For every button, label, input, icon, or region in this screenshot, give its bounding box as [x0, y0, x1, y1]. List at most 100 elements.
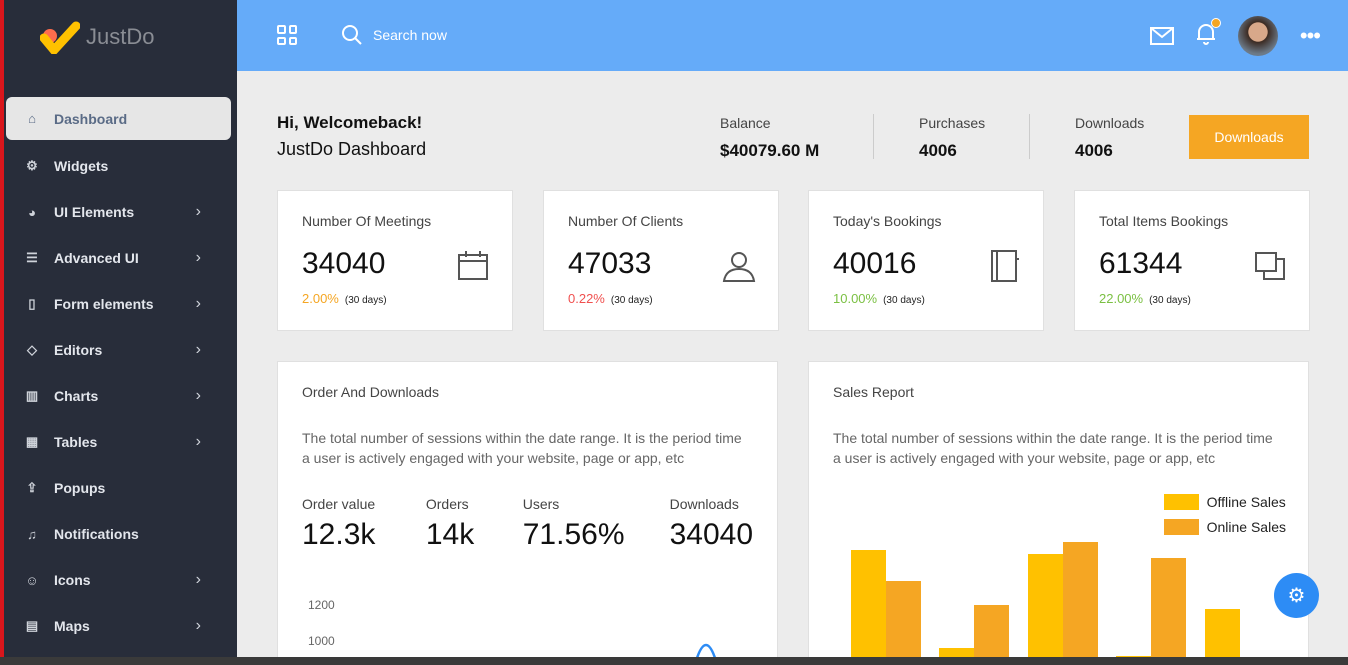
kpi-period: (30 days)	[1149, 295, 1191, 306]
upload-icon: ⇪	[26, 480, 38, 495]
apps-grid-icon[interactable]	[277, 25, 297, 45]
stat-purchases: Purchases 4006	[919, 115, 985, 161]
copy-icon	[1255, 252, 1285, 280]
kpi-card: Today's Bookings 40016 10.00% (30 days)	[808, 190, 1044, 331]
settings-fab[interactable]: ⚙	[1274, 573, 1319, 618]
bell-icon: ♫	[27, 526, 37, 542]
stat-label: Downloads	[1075, 115, 1145, 131]
stat-balance: Balance $40079.60 M	[720, 115, 819, 161]
card-description: The total number of sessions within the …	[833, 430, 1273, 466]
chevron-right-icon: ›	[195, 433, 201, 450]
sidebar-item-charts[interactable]: ▥ Charts ›	[6, 373, 231, 419]
legend-label: Offline Sales	[1206, 493, 1286, 510]
kpi-percent: 2.00%	[302, 291, 339, 306]
kpi-percent: 0.22%	[568, 291, 605, 306]
metric-value: 12.3k	[302, 518, 376, 551]
kpi-period: (30 days)	[883, 295, 925, 306]
bar-offline-sales	[851, 550, 886, 662]
notification-dot	[1210, 17, 1221, 28]
sidebar-item-label: Charts	[54, 388, 99, 404]
sidebar-item-label: Advanced UI	[54, 250, 139, 266]
metric-value: 14k	[425, 518, 475, 551]
sidebar-item-dashboard[interactable]: ⌂ Dashboard	[6, 97, 231, 140]
notebook-icon	[991, 250, 1019, 282]
kpi-period: (30 days)	[344, 295, 387, 306]
chevron-right-icon: ›	[195, 617, 201, 634]
chevron-right-icon: ›	[195, 249, 201, 266]
sidebar-item-advanced-ui[interactable]: ☰ Advanced UI ›	[6, 235, 231, 281]
kpi-label: Number Of Clients	[568, 213, 684, 229]
sidebar-item-label: Maps	[54, 618, 90, 634]
sidebar-item-label: Notifications	[54, 526, 139, 542]
bar-offline-sales	[1205, 609, 1240, 662]
y-tick: 1000	[308, 634, 335, 648]
chevron-right-icon: ›	[195, 295, 201, 312]
search-box[interactable]: Search now	[341, 24, 447, 46]
metric-label: Downloads	[669, 496, 739, 512]
bar-online-sales	[1063, 542, 1098, 662]
metric-value: 34040	[669, 518, 754, 551]
layers-icon: ☰	[26, 250, 38, 265]
metric-label: Users	[522, 496, 560, 512]
sidebar-item-label: Dashboard	[54, 110, 128, 127]
kpi-period: (30 days)	[610, 295, 653, 306]
downloads-button[interactable]: Downloads	[1189, 115, 1309, 159]
eraser-icon: ◇	[27, 342, 37, 357]
kpi-percent: 22.00%	[1099, 291, 1144, 306]
sidebar-item-label: UI Elements	[54, 204, 135, 220]
card-title: Sales Report	[833, 384, 914, 400]
search-placeholder: Search now	[373, 27, 447, 43]
gear-icon: ⚙	[26, 158, 38, 173]
sidebar-item-popups[interactable]: ⇪ Popups	[6, 465, 231, 511]
home-icon: ⌂	[28, 111, 36, 126]
metric-label: Orders	[425, 496, 469, 512]
gear-icon: ⚙	[1287, 585, 1306, 607]
sales-card: Sales Report The total number of session…	[808, 361, 1309, 665]
stat-label: Purchases	[919, 115, 986, 131]
bar-chart-icon: ▥	[25, 388, 39, 403]
kpi-label: Total Items Bookings	[1099, 213, 1229, 229]
sidebar-item-label: Editors	[54, 342, 103, 358]
sidebar-item-editors[interactable]: ◇ Editors ›	[6, 327, 231, 373]
smile-icon: ☺	[25, 572, 39, 588]
palette-icon: ◕	[28, 204, 36, 220]
sidebar-item-notifications[interactable]: ♫ Notifications	[6, 511, 231, 557]
clipboard-icon: ▯	[28, 296, 36, 311]
more-icon[interactable]: •••	[1300, 23, 1321, 49]
sidebar-item-ui-elements[interactable]: ◕ UI Elements ›	[6, 189, 231, 235]
divider	[1029, 114, 1030, 159]
bar-chart	[809, 512, 1308, 662]
sidebar-nav: ⌂ Dashboard ⚙ Widgets ◕ UI Elements › ☰ Advanced…	[6, 97, 231, 649]
kpi-card: Number Of Meetings 34040 2.00% (30 days)	[277, 190, 513, 331]
logo-icon	[40, 21, 80, 54]
mail-icon[interactable]	[1149, 27, 1174, 45]
card-title: Order And Downloads	[302, 384, 439, 400]
sidebar-item-tables[interactable]: ▦ Tables ›	[6, 419, 231, 465]
metric: Downloads 34040	[670, 496, 753, 552]
sidebar-item-form-elements[interactable]: ▯ Form elements ›	[6, 281, 231, 327]
legend-item: Offline Sales	[1163, 489, 1286, 514]
stat-value: 4006	[919, 141, 957, 160]
chevron-right-icon: ›	[195, 341, 201, 358]
kpi-card: Total Items Bookings 61344 22.00% (30 days)	[1074, 190, 1310, 331]
search-icon	[342, 25, 362, 45]
metric: Order value 12.3k	[302, 496, 426, 552]
notifications-button[interactable]	[1196, 17, 1221, 50]
kpi-label: Today's Bookings	[833, 213, 942, 229]
sidebar-item-widgets[interactable]: ⚙ Widgets	[6, 143, 231, 189]
chevron-right-icon: ›	[195, 387, 201, 404]
sidebar-item-label: Popups	[54, 480, 106, 496]
bar-offline-sales	[1028, 554, 1063, 662]
stat-value: 4006	[1075, 141, 1113, 160]
avatar[interactable]	[1237, 16, 1278, 56]
sidebar-item-label: Icons	[54, 572, 91, 588]
metric: Users 71.56%	[523, 496, 670, 552]
brand-name: JustDo	[86, 24, 155, 49]
divider	[873, 114, 874, 159]
kpi-label: Number Of Meetings	[302, 213, 432, 229]
chevron-right-icon: ›	[195, 571, 201, 588]
sidebar: JustDo ⌂ Dashboard ⚙ Widgets ◕ UI Elements › ☰ A…	[0, 0, 237, 657]
sidebar-item-icons[interactable]: ☺ Icons ›	[6, 557, 231, 603]
sidebar-item-maps[interactable]: ▤ Maps ›	[6, 603, 231, 649]
logo[interactable]: JustDo	[40, 20, 154, 54]
